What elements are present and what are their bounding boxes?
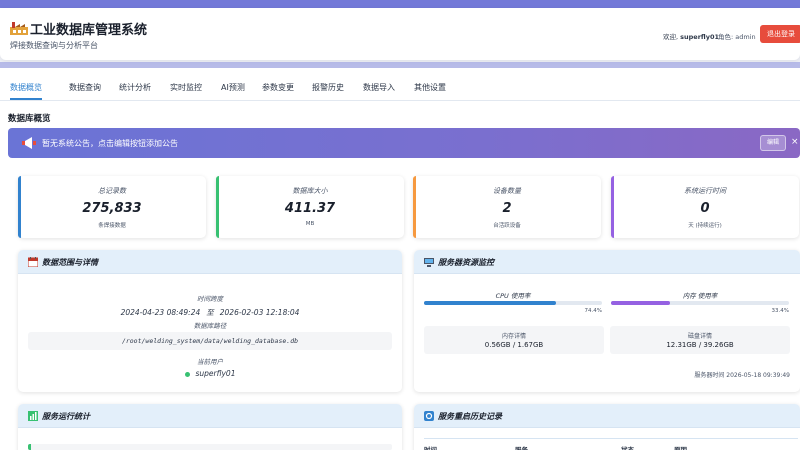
app-subtitle: 焊接数据查询与分析平台 [10, 41, 98, 50]
server-monitor-card: 服务器资源监控 CPU 使用率 74.4% 内存 使用率 33.4% 内存详情 … [414, 250, 800, 392]
data-range-card: 数据范围与详情 时间跨度 2024-04-23 08:49:24 至 2026-02… [18, 250, 402, 392]
cpu-usage-bar [424, 301, 602, 305]
card-header: 数据范围与详情 [18, 250, 402, 274]
tab-alarm-history[interactable]: 报警历史 [312, 78, 344, 100]
table-top-rule [424, 438, 798, 439]
stat-label: 设备数量 [493, 187, 521, 195]
main-panel: 数据概览 数据查询 统计分析 实时监控 AI预测 参数变更 报警历史 数据导入 … [0, 68, 800, 450]
stat-label: 总记录数 [98, 187, 126, 195]
card-header: 服务器资源监控 [414, 250, 800, 274]
bar-chart-icon [28, 411, 38, 421]
stat-card-device-count: 设备数量 2 台活跃设备 [413, 176, 601, 238]
restart-icon [424, 411, 434, 421]
current-user-value: superfly01 [18, 369, 402, 378]
service-stats-row [28, 444, 392, 450]
card-title: 服务运行统计 [42, 412, 90, 421]
server-time: 服务器时间 2026-05-18 09:39:49 [694, 372, 790, 379]
stat-unit: MB [305, 221, 315, 227]
tab-param-change[interactable]: 参数变更 [262, 78, 294, 100]
close-icon[interactable]: × [791, 137, 799, 147]
disk-detail-box: 磁盘详情 12.31GB / 39.26GB [610, 326, 790, 354]
memory-usage-fill [611, 301, 671, 305]
cpu-usage-percent: 74.4% [584, 308, 602, 314]
stat-unit: 条焊接数据 [98, 223, 126, 229]
memory-detail-label: 内存详情 [501, 333, 526, 340]
edit-announcement-button[interactable]: 编辑 [760, 135, 786, 151]
memory-detail-box: 内存详情 0.56GB / 1.67GB [424, 326, 604, 354]
current-user-label: 当前用户 [197, 358, 223, 366]
restart-history-card: 服务重启历史记录 时间 服务 状态 原因 [414, 404, 800, 450]
announcement-banner: 暂无系统公告，点击编辑按钮添加公告 编辑 × [8, 128, 800, 158]
memory-usage-bar [611, 301, 789, 305]
card-title: 服务器资源监控 [438, 258, 494, 267]
db-path-value: /root/welding_system/data/welding_databa… [28, 332, 392, 350]
stat-label: 数据库大小 [292, 187, 328, 195]
cpu-usage-fill [424, 301, 557, 305]
calendar-icon [28, 257, 38, 267]
stat-value: 2 [502, 201, 512, 216]
stat-value: 411.37 [284, 201, 336, 216]
current-user-name: superfly01 [195, 369, 236, 378]
cpu-usage-label: CPU 使用率 [495, 292, 531, 300]
memory-usage-percent: 33.4% [771, 308, 789, 314]
card-title: 数据范围与详情 [42, 258, 98, 267]
logout-button[interactable]: 退出登录 [760, 25, 800, 43]
column-header-reason[interactable]: 原因 [674, 444, 687, 450]
column-header-time[interactable]: 时间 [424, 444, 437, 450]
section-title: 数据库概览 [8, 114, 51, 124]
time-span-label: 时间跨度 [197, 295, 223, 303]
stat-card-db-size: 数据库大小 411.37 MB [216, 176, 404, 238]
top-accent-strip [0, 0, 800, 8]
time-span-value: 2024-04-23 08:49:24 至 2026-02-03 12:18:04 [18, 307, 402, 318]
stat-card-total-records: 总记录数 275,833 条焊接数据 [18, 176, 206, 238]
range-end: 2026-02-03 12:18:04 [219, 308, 300, 317]
server-icon [424, 258, 434, 267]
tab-other-settings[interactable]: 其他设置 [414, 78, 446, 100]
user-role: 角色: admin [718, 33, 756, 41]
column-header-status[interactable]: 状态 [621, 444, 634, 450]
announcement-text: 暂无系统公告，点击编辑按钮添加公告 [42, 139, 178, 148]
stat-value: 0 [700, 201, 710, 216]
range-start: 2024-04-23 08:49:24 [120, 308, 201, 317]
memory-usage-label: 内存 使用率 [682, 292, 718, 300]
tab-data-import[interactable]: 数据导入 [363, 78, 395, 100]
card-header: 服务运行统计 [18, 404, 402, 428]
app-header: 工业数据库管理系统 焊接数据查询与分析平台 欢迎, superfly01 角色:… [0, 8, 800, 60]
disk-detail-value: 12.31GB / 39.26GB [666, 341, 734, 349]
factory-icon [10, 22, 28, 35]
service-stats-card: 服务运行统计 [18, 404, 402, 450]
online-status-dot [184, 371, 190, 377]
megaphone-icon [22, 137, 36, 149]
tab-ai-predict[interactable]: AI预测 [221, 78, 245, 100]
stat-card-uptime: 系统运行时间 0 天 (持续运行) [611, 176, 799, 238]
card-title: 服务重启历史记录 [438, 412, 502, 421]
range-separator: 至 [206, 308, 214, 317]
tab-overview[interactable]: 数据概览 [10, 78, 42, 100]
tab-statistics[interactable]: 统计分析 [119, 78, 151, 100]
tab-query[interactable]: 数据查询 [69, 78, 101, 100]
disk-detail-label: 磁盘详情 [687, 333, 712, 340]
stat-unit: 台活跃设备 [493, 223, 521, 229]
welcome-prefix: 欢迎, [663, 33, 679, 41]
tab-monitor[interactable]: 实时监控 [170, 78, 202, 100]
card-header: 服务重启历史记录 [414, 404, 800, 428]
header-username: superfly01 [680, 33, 720, 41]
stat-unit: 天 (持续运行) [688, 223, 722, 229]
welcome-text: 欢迎, superfly01 [663, 31, 719, 41]
db-path-label: 数据库路径 [193, 322, 227, 330]
stat-value: 275,833 [82, 201, 142, 216]
column-header-service[interactable]: 服务 [515, 444, 528, 450]
tab-divider [0, 100, 800, 101]
app-title: 工业数据库管理系统 [30, 23, 148, 38]
memory-detail-value: 0.56GB / 1.67GB [484, 341, 544, 349]
stat-label: 系统运行时间 [684, 187, 726, 195]
